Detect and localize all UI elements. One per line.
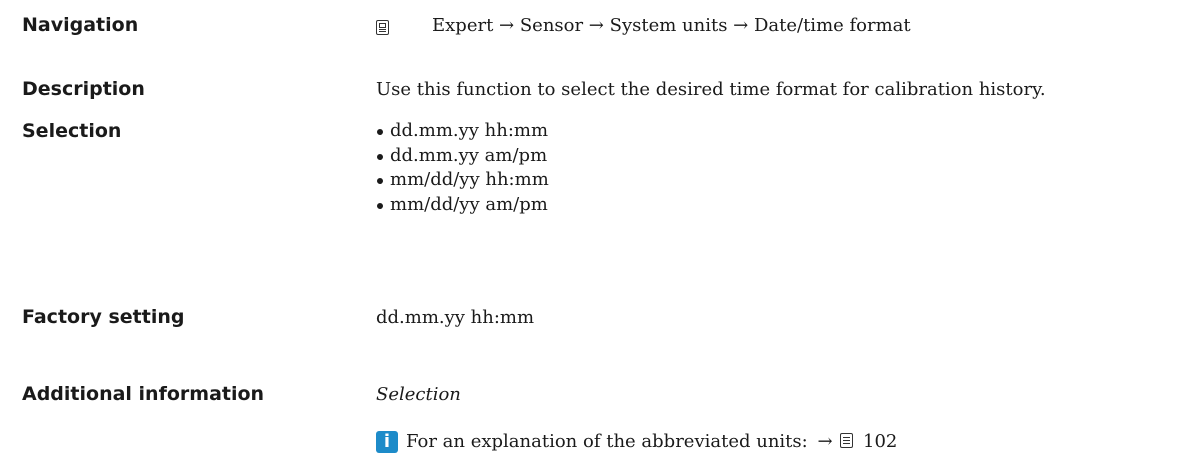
factory-setting-value: dd.mm.yy hh:mm	[376, 307, 535, 328]
additional-information-label: Additional information	[22, 383, 265, 405]
book-icon	[840, 433, 854, 448]
selection-option: mm/dd/yy hh:mm	[376, 169, 549, 194]
selection-option: mm/dd/yy am/pm	[376, 194, 549, 219]
selection-row: Selection dd.mm.yy hh:mm dd.mm.yy am/pm …	[22, 120, 1185, 230]
description-row: Description Use this function to select …	[22, 78, 1185, 102]
info-note-body: For an explanation of the abbreviated un…	[406, 431, 808, 452]
additional-information-subheading: Selection	[376, 384, 461, 405]
arrow-icon: →	[817, 431, 833, 452]
menu-icon	[376, 20, 389, 35]
description-label: Description	[22, 78, 145, 100]
selection-option: dd.mm.yy hh:mm	[376, 120, 549, 145]
selection-option: dd.mm.yy am/pm	[376, 145, 549, 170]
description-text: Use this function to select the desired …	[376, 79, 1046, 100]
additional-information-row: Additional information Selection i For a…	[22, 383, 1185, 463]
selection-label: Selection	[22, 120, 122, 142]
info-note-text: For an explanation of the abbreviated un…	[406, 431, 897, 452]
navigation-label: Navigation	[22, 14, 139, 36]
factory-setting-row: Factory setting dd.mm.yy hh:mm	[22, 306, 1185, 330]
info-icon: i	[376, 431, 398, 453]
factory-setting-label: Factory setting	[22, 306, 185, 328]
page-reference-link[interactable]: 102	[863, 431, 897, 452]
info-note: i For an explanation of the abbreviated …	[376, 431, 1076, 455]
navigation-row: Navigation Expert → Sensor → System unit…	[22, 14, 1185, 38]
navigation-path[interactable]: Expert → Sensor → System units → Date/ti…	[432, 15, 911, 36]
selection-options: dd.mm.yy hh:mm dd.mm.yy am/pm mm/dd/yy h…	[376, 120, 549, 218]
